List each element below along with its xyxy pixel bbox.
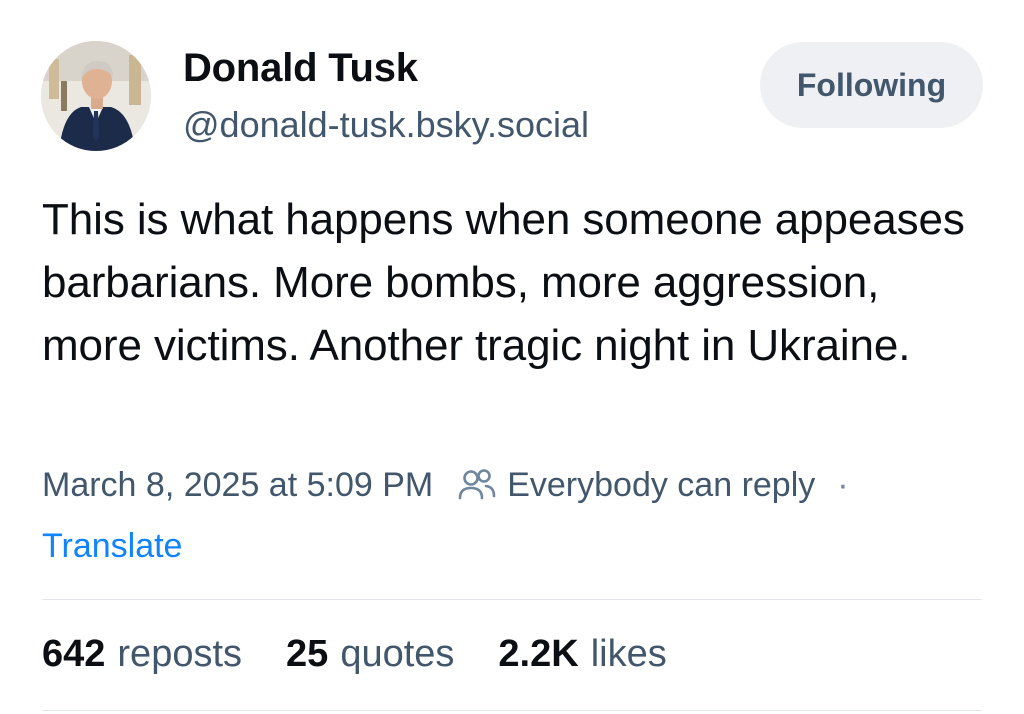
reply-setting-label: Everybody can reply xyxy=(507,465,816,504)
meta-separator: · xyxy=(837,465,849,504)
post-meta-row: March 8, 2025 at 5:09 PM Everybody can r… xyxy=(42,463,849,507)
post-thread-item: Donald Tusk @donald-tusk.bsky.social Fol… xyxy=(0,0,1024,714)
likes-stat[interactable]: 2.2K likes xyxy=(498,633,666,676)
author-handle[interactable]: @donald-tusk.bsky.social xyxy=(183,104,589,146)
engagement-stats: 642 reposts 25 quotes 2.2K likes xyxy=(42,633,711,676)
translate-link[interactable]: Translate xyxy=(42,527,182,566)
post-timestamp[interactable]: March 8, 2025 at 5:09 PM xyxy=(42,466,433,505)
avatar-photo-icon xyxy=(41,41,151,151)
likes-label: likes xyxy=(590,633,667,675)
reposts-count: 642 xyxy=(42,633,106,675)
people-icon xyxy=(457,468,497,502)
quotes-label: quotes xyxy=(340,633,455,675)
post-text: This is what happens when someone appeas… xyxy=(42,195,965,370)
following-button[interactable]: Following xyxy=(760,42,983,128)
quotes-count: 25 xyxy=(286,633,329,675)
author-display-name[interactable]: Donald Tusk xyxy=(183,46,418,91)
likes-count: 2.2K xyxy=(498,633,579,675)
quotes-stat[interactable]: 25 quotes xyxy=(286,633,454,676)
reposts-label: reposts xyxy=(117,633,243,675)
reposts-stat[interactable]: 642 reposts xyxy=(42,633,242,676)
divider xyxy=(42,599,982,600)
divider xyxy=(42,710,982,711)
author-avatar[interactable] xyxy=(41,41,151,151)
reply-setting[interactable]: Everybody can reply xyxy=(457,466,815,505)
